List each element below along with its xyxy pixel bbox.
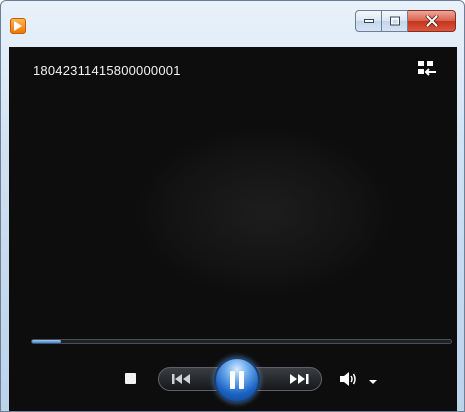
seek-bar[interactable] xyxy=(31,339,452,344)
minimize-button[interactable] xyxy=(355,10,382,32)
switch-to-library-icon xyxy=(418,61,436,76)
close-button[interactable] xyxy=(408,10,456,32)
volume-menu-button[interactable] xyxy=(367,374,379,384)
seek-progress xyxy=(32,340,62,343)
playback-controls xyxy=(9,357,457,403)
next-track-icon xyxy=(290,374,309,384)
pause-icon xyxy=(230,371,244,389)
media-title: 18042311415800000001 xyxy=(33,63,181,78)
switch-to-library-button[interactable] xyxy=(415,58,439,80)
stop-button[interactable] xyxy=(125,373,136,384)
mute-button[interactable] xyxy=(339,371,357,387)
previous-track-icon xyxy=(172,374,190,384)
video-area[interactable]: 18042311415800000001 xyxy=(9,47,457,411)
minimize-icon xyxy=(363,19,374,23)
chevron-down-icon xyxy=(369,380,377,384)
close-icon xyxy=(425,15,438,27)
next-button[interactable] xyxy=(288,372,312,386)
previous-button[interactable] xyxy=(171,372,195,386)
maximize-icon xyxy=(389,16,400,26)
maximize-button[interactable] xyxy=(382,10,408,32)
media-player-icon[interactable] xyxy=(10,18,26,34)
caption-buttons xyxy=(355,10,456,32)
title-bar[interactable] xyxy=(1,1,464,47)
media-player-window: 18042311415800000001 xyxy=(0,0,465,412)
play-pause-button[interactable] xyxy=(214,357,260,403)
speaker-icon xyxy=(340,372,356,386)
